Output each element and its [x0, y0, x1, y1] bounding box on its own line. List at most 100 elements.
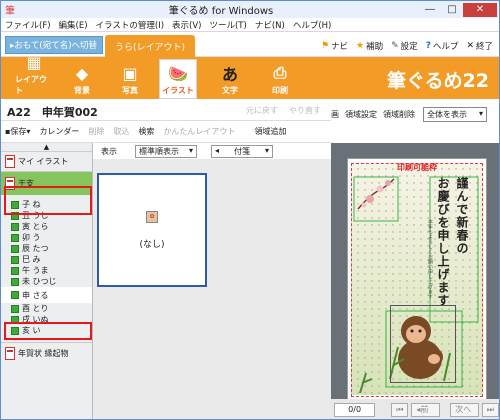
- exit-link[interactable]: ✕ 終了: [466, 40, 493, 52]
- tab-photo[interactable]: ▣ 写真: [111, 60, 149, 98]
- green-square-icon: [11, 277, 19, 286]
- greeting-text: 謹んで新春の お慶びを申し上げます: [433, 177, 471, 317]
- navi-link[interactable]: ⚑ ナビ: [321, 40, 348, 52]
- illust-list-panel: 表示 標準順表示 ▾ ◂ 付箋 ▾ ✿ (なし): [93, 143, 331, 419]
- chevron-down-icon: ▾: [188, 145, 193, 155]
- green-square-icon: [11, 233, 19, 242]
- chevron-down-icon: ▾: [264, 145, 269, 155]
- add-frame-button[interactable]: 領域追加: [254, 126, 286, 137]
- printable-area-label: 印刷可能枠: [397, 163, 437, 172]
- frame-setting-button[interactable]: 領域設定: [345, 109, 377, 120]
- save-button[interactable]: ▪保存▾: [5, 126, 30, 137]
- title-bar: 筆 筆ぐるめ for Windows ― □ ✕: [1, 1, 499, 18]
- assist-link[interactable]: ★ 補助: [356, 40, 383, 52]
- tag-select[interactable]: ◂ 付箋 ▾: [211, 144, 273, 158]
- photo-icon: ▣: [122, 63, 138, 83]
- highlight-saru: [4, 322, 92, 340]
- close-window-button[interactable]: ✕: [463, 2, 497, 17]
- tree-item-u[interactable]: 卯 う: [1, 232, 92, 243]
- menu-tools[interactable]: ツール(T): [209, 19, 246, 31]
- switch-to-front-button[interactable]: ▸おもて(宛て名)へ切替: [5, 36, 103, 54]
- tree-item-saru[interactable]: 申 さる: [1, 287, 92, 303]
- tree-item-tori[interactable]: 酉 とり: [1, 303, 92, 314]
- simple-layout-button[interactable]: かんたんレイアウト: [163, 126, 235, 137]
- green-square-icon: [11, 304, 19, 313]
- search-button[interactable]: 検索: [138, 126, 154, 137]
- preview-panel: 印刷可能枠 謹んで新春の お慶びを申し上げます 本年もよろしくお願い申し上げます: [331, 143, 499, 419]
- tab-illustration[interactable]: 🍉 イラスト: [159, 59, 197, 99]
- menu-bar: ファイル(F) 編集(E) イラストの管理(I) 表示(V) ツール(T) ナビ…: [1, 18, 499, 32]
- menu-illust-manage[interactable]: イラストの管理(I): [96, 19, 164, 31]
- picture-icon: ✿: [146, 210, 158, 223]
- document-bar: A22 申年賀002 元に戻す やり直す: [1, 99, 331, 121]
- printer-icon: ⎙: [273, 63, 287, 82]
- tree-item-tora[interactable]: 寅 とら: [1, 221, 92, 232]
- plum-blossom-illust: [357, 178, 395, 210]
- redo-button[interactable]: やり直す: [289, 105, 321, 116]
- selection-box[interactable]: [390, 305, 456, 383]
- page-navigation: 0/0 ⏮ ◂前へ 次へ▸ ⏭: [331, 399, 499, 419]
- application-window: 筆 筆ぐるめ for Windows ― □ ✕ ファイル(F) 編集(E) イ…: [0, 0, 500, 420]
- last-page-button[interactable]: ⏭: [481, 403, 499, 417]
- thumb-label: (なし): [139, 239, 165, 250]
- tab-text[interactable]: あ文字: [211, 60, 249, 98]
- app-icon: 筆: [5, 6, 15, 17]
- highlight-eto: [4, 186, 92, 215]
- category-tree: ▲ マイ イラスト 干支 子 ね 丑 うし 寅 とら 卯 う 辰 たつ 巳 み …: [1, 143, 93, 419]
- illustration-icon: 🍉: [168, 63, 188, 83]
- helper-links: ⚑ ナビ ★ 補助 ✎ 設定 ? ヘルプ ✕ 終了: [313, 40, 493, 52]
- display-label: 表示: [101, 146, 117, 156]
- greeting-col2: お慶びを申し上げます: [436, 177, 450, 307]
- menu-help[interactable]: ヘルプ(H): [293, 19, 332, 31]
- next-page-button[interactable]: 次へ▸: [450, 403, 479, 419]
- prev-page-button[interactable]: ◂前へ: [411, 403, 441, 419]
- illust-thumbnail[interactable]: ✿ (なし): [97, 173, 207, 287]
- close-icon: ✕: [466, 41, 474, 51]
- take-button[interactable]: 取込: [113, 126, 129, 137]
- menu-navi[interactable]: ナビ(N): [255, 19, 285, 31]
- illust-toolbar: ▪保存▾ カレンダー 削除 取込 検索 かんたんレイアウト 領域追加: [1, 121, 331, 143]
- first-page-button[interactable]: ⏮: [391, 403, 409, 417]
- left-arrow-icon: ◂: [215, 145, 220, 155]
- view-label: 画: [331, 110, 339, 119]
- settings-link[interactable]: ✎ 設定: [391, 40, 418, 52]
- preview-toolbar: 画 領域設定 領域削除 全体を表示 ▾: [331, 99, 499, 143]
- flag-icon: ⚑: [320, 41, 330, 51]
- wrench-icon: ✎: [391, 41, 399, 51]
- green-square-icon: [11, 222, 19, 231]
- green-square-icon: [11, 244, 19, 253]
- tree-item-uma[interactable]: 午 うま: [1, 265, 92, 276]
- tree-item-hitsuji[interactable]: 未 ひつじ: [1, 276, 92, 287]
- frame-delete-button[interactable]: 領域削除: [383, 109, 415, 120]
- postcard-preview[interactable]: 印刷可能枠 謹んで新春の お慶びを申し上げます 本年もよろしくお願い申し上げます: [347, 158, 487, 400]
- tree-item-mi[interactable]: 巳 み: [1, 254, 92, 265]
- app-logo: 筆ぐるめ22: [386, 70, 489, 92]
- undo-button[interactable]: 元に戻す: [246, 105, 278, 116]
- tree-item-tatsu[interactable]: 辰 たつ: [1, 243, 92, 254]
- minimize-button[interactable]: ―: [419, 3, 441, 17]
- green-square-icon: [11, 266, 19, 275]
- tree-my-illust[interactable]: マイ イラスト: [1, 151, 92, 171]
- menu-file[interactable]: ファイル(F): [5, 19, 51, 31]
- maximize-button[interactable]: □: [441, 3, 463, 17]
- bamboo-illust: [359, 372, 373, 393]
- tab-layout[interactable]: ▦ レイアウト: [15, 53, 53, 98]
- window-title: 筆ぐるめ for Windows: [168, 6, 274, 17]
- delete-button[interactable]: 削除: [88, 126, 104, 137]
- tree-greeting-lucky[interactable]: 年賀状 縁起物: [1, 342, 92, 364]
- sort-select[interactable]: 標準順表示 ▾: [135, 144, 197, 158]
- greeting-col1: 謹んで新春の: [455, 177, 469, 255]
- help-icon: ?: [425, 41, 431, 51]
- scroll-up-icon[interactable]: ▲: [1, 143, 92, 151]
- calendar-button[interactable]: カレンダー: [39, 126, 79, 137]
- page-view-select[interactable]: 全体を表示 ▾: [423, 107, 487, 122]
- menu-view[interactable]: 表示(V): [172, 19, 201, 31]
- tab-background[interactable]: ◆ 背景: [63, 60, 101, 98]
- back-layout-tab[interactable]: うら(レイアウト): [105, 35, 195, 57]
- greeting-small-text: 本年もよろしくお願い申し上げます: [427, 219, 433, 299]
- layout-icon: ▦: [26, 53, 42, 72]
- menu-edit[interactable]: 編集(E): [59, 19, 88, 31]
- mode-bar: ▸おもて(宛て名)へ切替 うら(レイアウト) ⚑ ナビ ★ 補助 ✎ 設定 ? ヘルプ …: [1, 32, 499, 57]
- tab-print[interactable]: ⎙ 印刷: [261, 60, 299, 98]
- help-link[interactable]: ? ヘルプ: [426, 40, 459, 52]
